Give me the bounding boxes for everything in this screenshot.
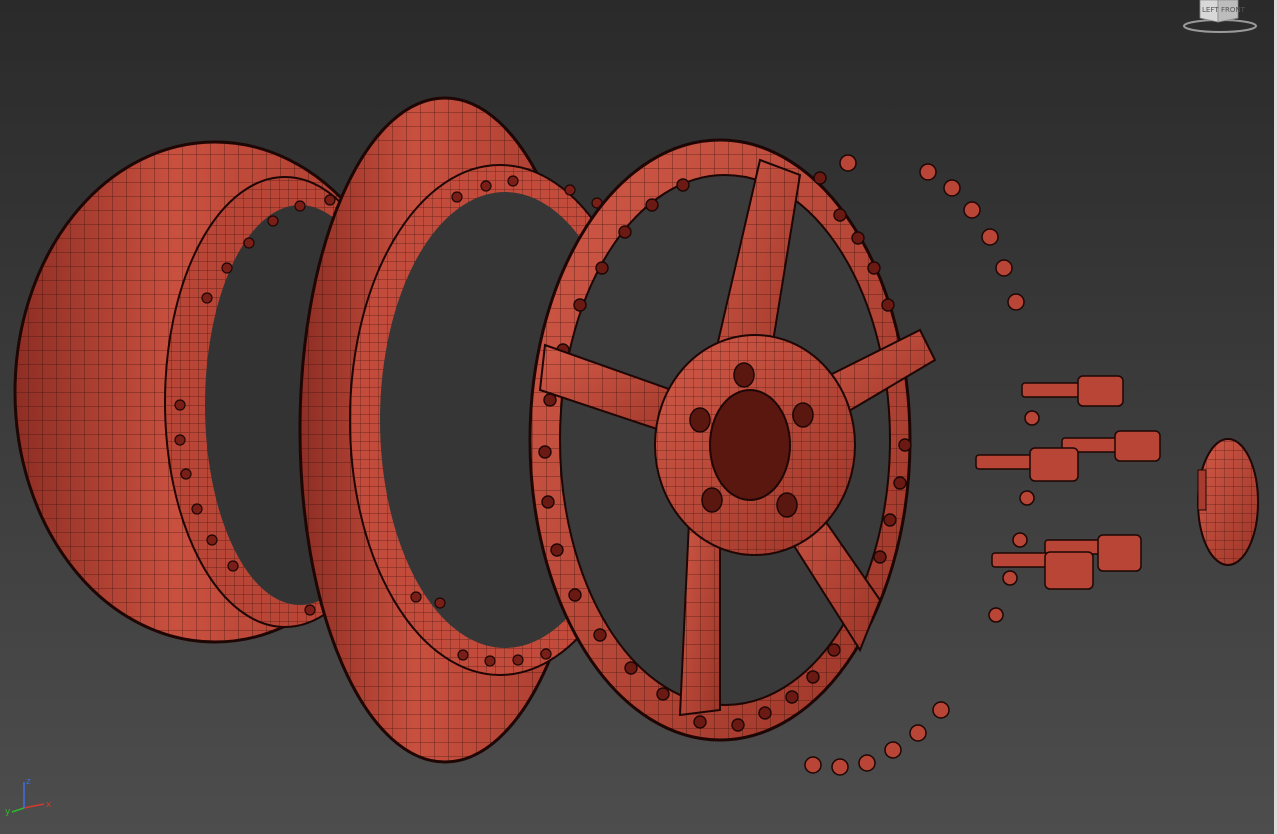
wheel-model-scene[interactable] — [0, 0, 1277, 834]
3d-viewport[interactable]: LEFT FRONT x z y — [0, 0, 1277, 834]
wheel-face[interactable] — [528, 138, 937, 742]
x-axis-label: x — [46, 800, 52, 810]
viewcube[interactable]: LEFT FRONT — [1180, 0, 1260, 36]
y-axis-line — [11, 807, 25, 813]
viewcube-front-label[interactable]: FRONT — [1221, 6, 1246, 14]
axis-tripod: x z y — [5, 777, 52, 816]
lug-bolts[interactable] — [975, 375, 1161, 590]
center-cap[interactable] — [1197, 438, 1259, 566]
z-axis-label: z — [26, 777, 31, 787]
x-axis-line — [23, 803, 45, 809]
viewcube-left-label[interactable]: LEFT — [1202, 6, 1219, 14]
y-axis-label: y — [5, 807, 11, 816]
